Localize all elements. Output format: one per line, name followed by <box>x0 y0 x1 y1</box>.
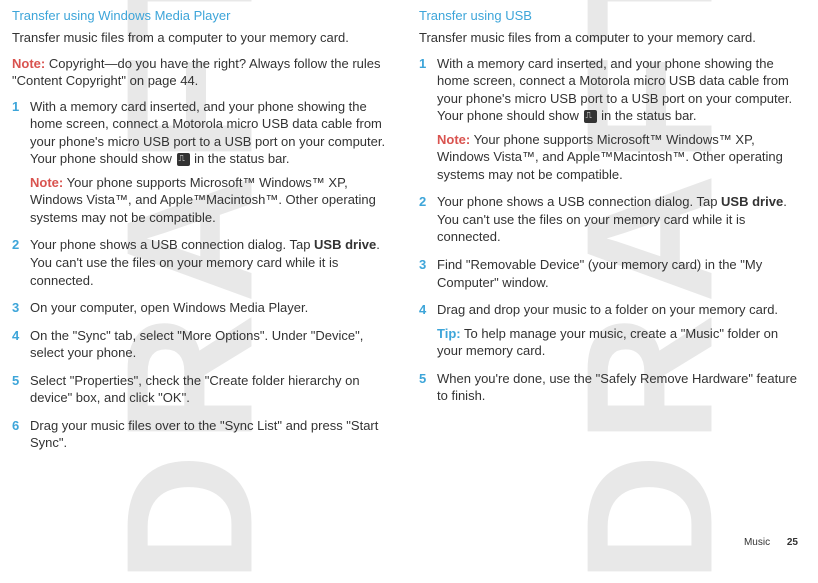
step-text: Drag and drop your music to a folder on … <box>437 302 778 317</box>
note-label: Note: <box>12 56 45 71</box>
left-column: Transfer using Windows Media Player Tran… <box>12 8 391 462</box>
right-intro: Transfer music files from a computer to … <box>419 29 798 47</box>
usb-icon <box>177 153 190 166</box>
step-text-before: Your phone shows a USB connection dialog… <box>30 237 314 252</box>
tip-label: Tip: <box>437 326 461 341</box>
left-step-6: Drag your music files over to the "Sync … <box>12 417 391 452</box>
step-bold: USB drive <box>314 237 376 252</box>
step-text-after: in the status bar. <box>598 108 697 123</box>
left-step-1: With a memory card inserted, and your ph… <box>12 98 391 227</box>
right-column: Transfer using USB Transfer music files … <box>419 8 798 462</box>
footer-section: Music <box>744 537 770 548</box>
step-note: Note: Your phone supports Microsoft™ Win… <box>437 131 798 184</box>
right-step-1: With a memory card inserted, and your ph… <box>419 55 798 184</box>
left-step-2: Your phone shows a USB connection dialog… <box>12 236 391 289</box>
step-tip: Tip: To help manage your music, create a… <box>437 325 798 360</box>
tip-text: To help manage your music, create a "Mus… <box>437 326 778 359</box>
page-content: Transfer using Windows Media Player Tran… <box>0 0 818 462</box>
right-heading: Transfer using USB <box>419 8 798 23</box>
left-note: Note: Copyright—do you have the right? A… <box>12 55 391 90</box>
left-heading: Transfer using Windows Media Player <box>12 8 391 23</box>
right-step-4: Drag and drop your music to a folder on … <box>419 301 798 360</box>
note-text: Copyright—do you have the right? Always … <box>12 56 381 89</box>
left-step-5: Select "Properties", check the "Create f… <box>12 372 391 407</box>
step-text-before: Your phone shows a USB connection dialog… <box>437 194 721 209</box>
usb-icon <box>584 110 597 123</box>
note-text: Your phone supports Microsoft™ Windows™ … <box>437 132 783 182</box>
note-label: Note: <box>30 175 63 190</box>
note-text: Your phone supports Microsoft™ Windows™ … <box>30 175 376 225</box>
step-text-after: in the status bar. <box>191 151 290 166</box>
right-step-5: When you're done, use the "Safely Remove… <box>419 370 798 405</box>
step-note: Note: Your phone supports Microsoft™ Win… <box>30 174 391 227</box>
left-step-4: On the "Sync" tab, select "More Options"… <box>12 327 391 362</box>
step-bold: USB drive <box>721 194 783 209</box>
page-footer: Music 25 <box>744 537 798 548</box>
right-step-3: Find "Removable Device" (your memory car… <box>419 256 798 291</box>
page-number: 25 <box>787 537 798 548</box>
left-intro: Transfer music files from a computer to … <box>12 29 391 47</box>
left-steps: With a memory card inserted, and your ph… <box>12 98 391 452</box>
right-step-2: Your phone shows a USB connection dialog… <box>419 193 798 246</box>
right-steps: With a memory card inserted, and your ph… <box>419 55 798 405</box>
left-step-3: On your computer, open Windows Media Pla… <box>12 299 391 317</box>
note-label: Note: <box>437 132 470 147</box>
